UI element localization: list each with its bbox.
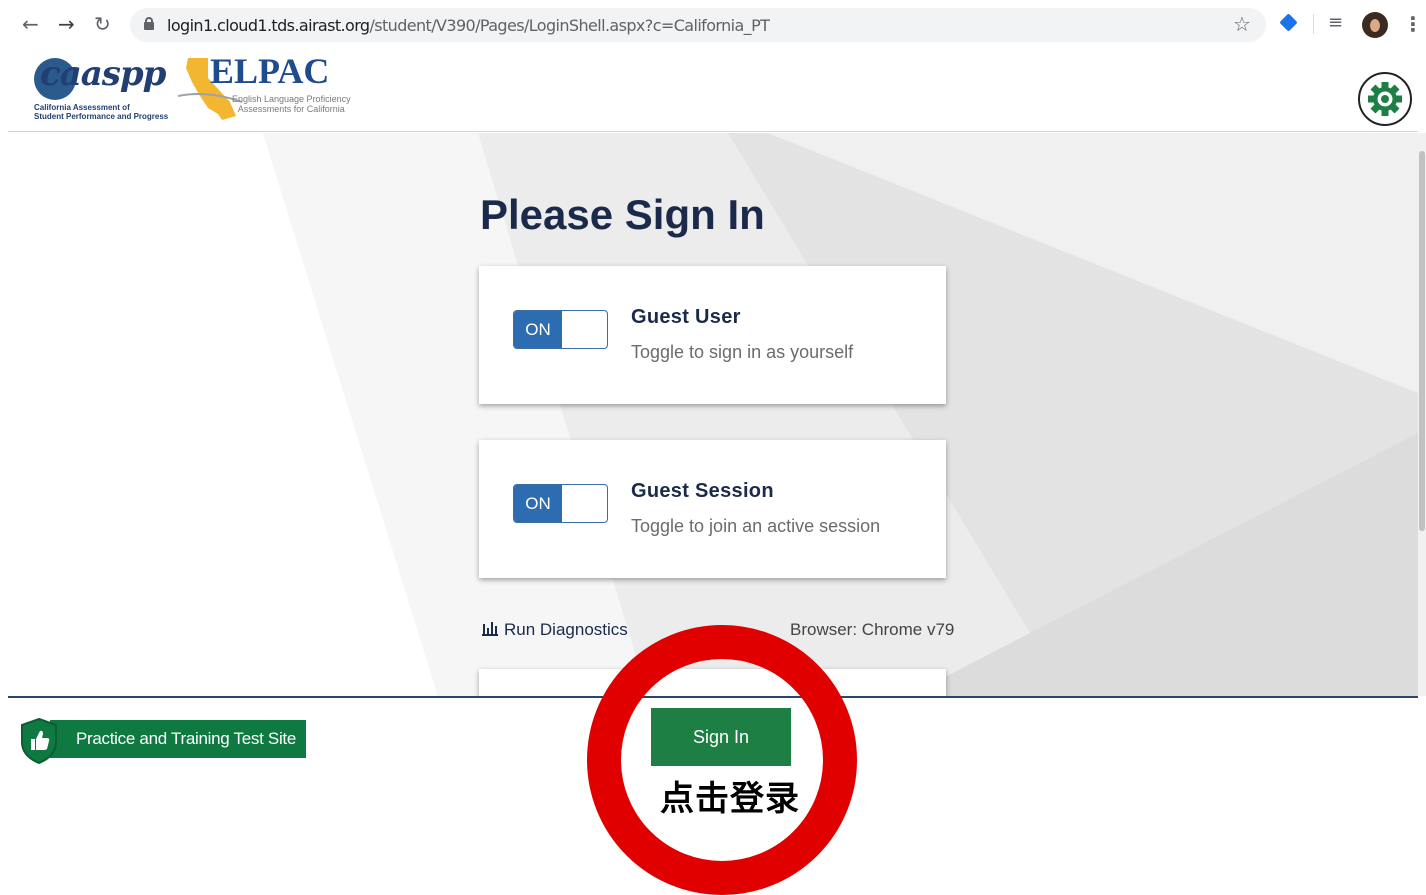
media-control-icon[interactable]: ≡ — [1328, 12, 1343, 33]
page-scrollbar[interactable] — [1418, 133, 1426, 696]
annotation-text: 点击登录 — [660, 779, 800, 819]
url-text: login1.cloud1.tds.airast.org/student/V39… — [167, 16, 770, 35]
lock-icon — [144, 17, 154, 30]
back-arrow-icon[interactable]: ← — [22, 12, 39, 36]
browser-menu-icon[interactable]: ⋮ — [1403, 12, 1423, 36]
caaspp-logo: caaspp California Assessment of Student … — [34, 54, 169, 121]
forward-arrow-icon[interactable]: → — [58, 12, 75, 36]
reload-icon[interactable]: ↻ — [94, 12, 111, 36]
guest-user-toggle[interactable]: ON — [513, 310, 608, 349]
annotation-circle — [587, 625, 857, 895]
elpac-logo: ELPAC English Language Proficiency Asses… — [174, 50, 354, 124]
profile-avatar[interactable] — [1362, 12, 1388, 38]
signin-panel: Please Sign In ON Guest User Toggle to s… — [8, 133, 1418, 696]
guest-user-card: ON Guest User Toggle to sign in as yours… — [479, 266, 946, 404]
address-bar[interactable]: login1.cloud1.tds.airast.org/student/V39… — [130, 8, 1266, 42]
guest-session-card: ON Guest Session Toggle to join an activ… — [479, 440, 946, 578]
practice-site-label: Practice and Training Test Site — [50, 720, 307, 758]
scrollbar-thumb[interactable] — [1419, 151, 1425, 531]
guest-session-description: Toggle to join an active session — [631, 516, 881, 536]
gear-icon — [1368, 82, 1402, 116]
browser-version-text: Browser: Chrome v79 — [790, 620, 955, 639]
guest-session-title: Guest Session — [631, 480, 774, 502]
bar-chart-icon — [482, 622, 498, 636]
thumbs-up-shield-icon — [21, 718, 57, 764]
guest-session-toggle[interactable]: ON — [513, 484, 608, 523]
toolbar-divider — [1313, 14, 1314, 34]
settings-button[interactable] — [1358, 72, 1412, 126]
guest-user-title: Guest User — [631, 306, 741, 328]
page-gutter — [0, 48, 8, 873]
browser-toolbar: ← → ↻ login1.cloud1.tds.airast.org/stude… — [0, 0, 1426, 48]
guest-user-description: Toggle to sign in as yourself — [631, 342, 854, 362]
run-diagnostics-link[interactable]: Run Diagnostics — [482, 620, 628, 640]
page-title: Please Sign In — [480, 191, 765, 238]
extension-icon[interactable] — [1279, 13, 1298, 32]
site-header: caaspp California Assessment of Student … — [8, 48, 1418, 132]
bookmark-star-icon[interactable]: ☆ — [1233, 12, 1251, 36]
